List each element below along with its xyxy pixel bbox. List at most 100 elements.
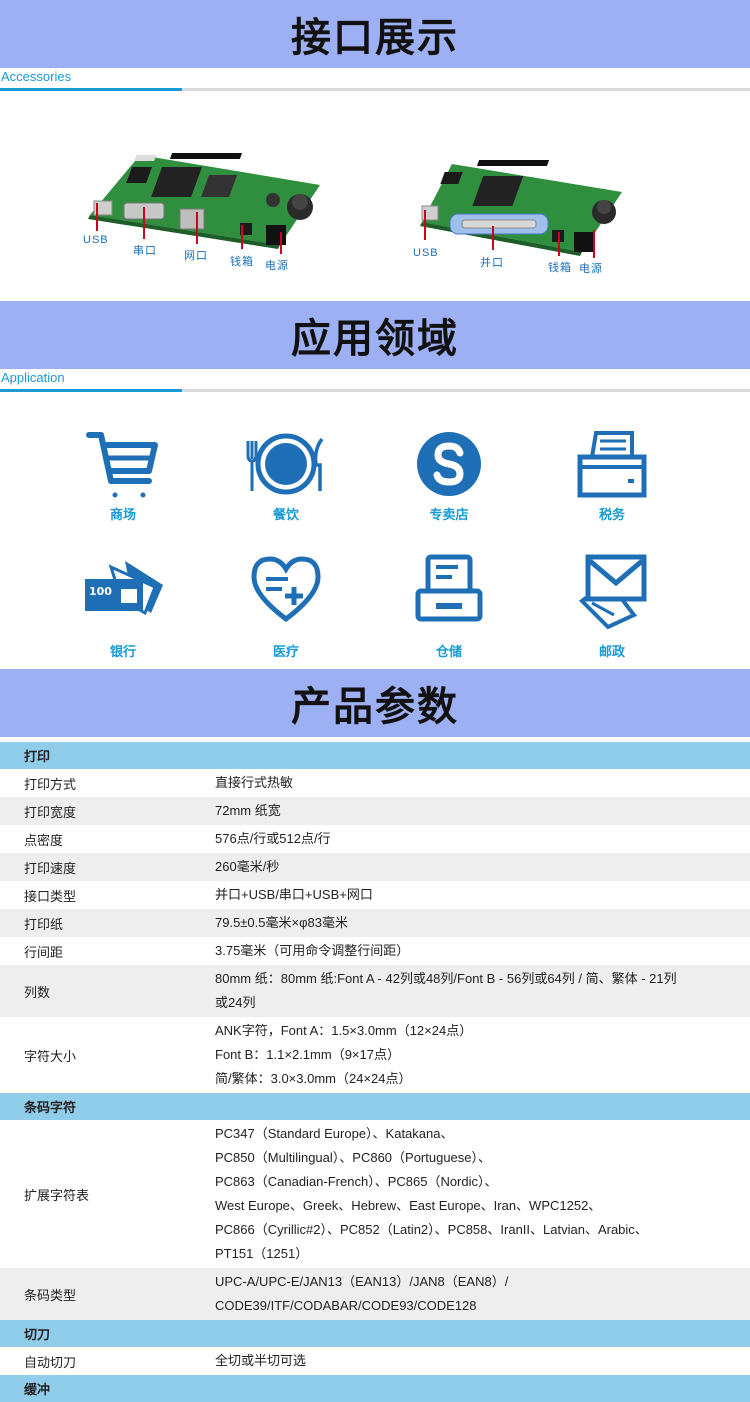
banknote-icon: 100 xyxy=(85,561,163,616)
store-s-icon xyxy=(417,432,481,496)
spec-key: 行间距 xyxy=(24,944,64,960)
pointer xyxy=(280,232,282,254)
spec-value: UPC-A/UPC-E/JAN13（EAN13）/JAN8（EAN8）/ CODE… xyxy=(215,1268,750,1320)
app-label: 税务 xyxy=(598,507,625,522)
spec-value: 并口+USB/串口+USB+网口 xyxy=(215,881,750,909)
spec-key: 自动切刀 xyxy=(24,1354,77,1370)
board-left-serial-label: 串口 xyxy=(133,245,157,257)
spec-section-header: 缓冲 xyxy=(0,1375,750,1402)
spec-value-line: West Europe、Greek、Hebrew、East Europe、Ira… xyxy=(215,1198,602,1213)
spec-key: 扩展字符表 xyxy=(24,1187,90,1203)
spec-key: 打印速度 xyxy=(0,853,215,881)
spec-value-line: PC347（Standard Europe）、Katakana、 xyxy=(215,1126,454,1141)
spec-section-title: 切刀 xyxy=(0,1320,750,1347)
shopping-cart-icon xyxy=(86,432,158,498)
spec-row: 自动切刀 全切或半切可选 xyxy=(0,1347,750,1375)
spec-value-line: PT151（1251） xyxy=(215,1246,309,1261)
pointer xyxy=(492,226,494,250)
spec-section-title: 打印 xyxy=(0,742,750,769)
spec-value-line: PC863（Canadian-French）、PC865（Nordic）、 xyxy=(215,1174,498,1189)
spec-value-line: 576点/行或512点/行 xyxy=(215,831,331,846)
pointer xyxy=(424,210,426,240)
application-grid: 商场 餐饮 专卖店 税务 100 银行 医疗 仓储 邮政 xyxy=(0,393,750,669)
spec-row: 扩展字符表 PC347（Standard Europe）、Katakana、 PC8… xyxy=(0,1120,750,1268)
spec-key: 打印纸 xyxy=(0,909,215,937)
spec-value-line: 3.75毫米（可用命令调整行间距） xyxy=(215,943,410,958)
spec-row: 条码类型 UPC-A/UPC-E/JAN13（EAN13）/JAN8（EAN8）/… xyxy=(0,1268,750,1320)
spec-value: 79.5±0.5毫米×φ83毫米 xyxy=(215,909,750,937)
printer-icon xyxy=(577,431,647,498)
spec-section-header: 切刀 xyxy=(0,1320,750,1347)
spec-value-line: PC850（Multilingual）、PC860（Portuguese）、 xyxy=(215,1150,492,1165)
board-right-cashbox-label: 钱箱 xyxy=(548,262,572,274)
pointer xyxy=(143,207,145,239)
accessories-area: USB 串口 网口 钱箱 电源 USB 并口 钱箱 电源 xyxy=(0,92,750,301)
spec-value-line: UPC-A/UPC-E/JAN13（EAN13）/JAN8（EAN8）/ xyxy=(215,1274,509,1289)
spec-value-line: 79.5±0.5毫米×φ83毫米 xyxy=(215,915,348,930)
app-bank: 100 银行 xyxy=(63,553,183,659)
app-label: 商场 xyxy=(109,507,136,522)
mail-envelope-icon xyxy=(578,554,647,629)
application-banner: 应用领域 xyxy=(0,301,750,369)
app-tax: 税务 xyxy=(552,429,672,522)
spec-row: 打印宽度 72mm 纸宽 xyxy=(0,797,750,825)
app-store: 专卖店 xyxy=(389,429,509,522)
app-label: 餐饮 xyxy=(272,507,299,522)
spec-value-line: PC866（Cyrillic#2）、PC852（Latin2）、PC858、Ir… xyxy=(215,1222,648,1237)
board-left-network-label: 网口 xyxy=(184,250,208,262)
pointer xyxy=(96,203,98,231)
spec-value: 80mm 纸：80mm 纸:Font A - 42列或48列/Font B - … xyxy=(215,965,750,1017)
params-title: 产品参数 xyxy=(291,684,459,730)
spec-row: 列数 80mm 纸：80mm 纸:Font A - 42列或48列/Font B … xyxy=(0,965,750,1017)
spec-row: 字符大小 ANK字符，Font A：1.5×3.0mm（12×24点） Font B… xyxy=(0,1017,750,1093)
app-post: 邮政 xyxy=(552,553,672,659)
spec-value: 576点/行或512点/行 xyxy=(215,825,750,853)
spec-table: 打印 打印方式 直接行式热敏 打印宽度 72mm 纸宽 点密度 576点/行或512点/行打… xyxy=(0,742,750,1402)
spec-value-line: 260毫米/秒 xyxy=(215,859,280,874)
spec-key: 接口类型 xyxy=(24,888,77,904)
spec-value-line: CODE39/ITF/CODABAR/CODE93/CODE128 xyxy=(215,1298,477,1313)
spec-value-line: 并口+USB/串口+USB+网口 xyxy=(215,887,373,902)
svg-text:100: 100 xyxy=(89,585,112,598)
board-left-usb-label: USB xyxy=(83,234,109,246)
pointer xyxy=(558,232,560,256)
application-title: 应用领域 xyxy=(291,316,459,362)
board-left-power-label: 电源 xyxy=(265,260,289,272)
serial-network-board-image xyxy=(88,153,320,249)
params-banner: 产品参数 xyxy=(0,669,750,737)
dining-plate-icon xyxy=(246,433,324,495)
app-dining: 餐饮 xyxy=(226,429,346,522)
spec-value: 全切或半切可选 xyxy=(215,1347,750,1375)
warehouse-printer-icon xyxy=(415,554,483,622)
divider-accent xyxy=(0,88,182,91)
board-right-usb-label: USB xyxy=(413,247,439,259)
app-mall: 商场 xyxy=(63,429,183,522)
spec-key: 条码类型 xyxy=(0,1268,215,1320)
pointer xyxy=(241,225,243,249)
spec-value: 3.75毫米（可用命令调整行间距） xyxy=(215,937,750,965)
spec-value: 直接行式热敏 xyxy=(215,769,750,797)
board-right-power-label: 电源 xyxy=(579,263,603,275)
divider-accent xyxy=(0,389,182,392)
app-warehouse: 仓储 xyxy=(389,553,509,659)
spec-value-line: 直接行式热敏 xyxy=(215,775,294,790)
pointer xyxy=(593,230,595,258)
spec-section-header: 条码字符 xyxy=(0,1093,750,1120)
spec-key: 点密度 xyxy=(24,832,64,848)
spec-row: 接口类型 并口+USB/串口+USB+网口 xyxy=(0,881,750,909)
spec-value: ANK字符，Font A：1.5×3.0mm（12×24点） Font B：1.1… xyxy=(215,1017,750,1093)
spec-row: 打印纸 79.5±0.5毫米×φ83毫米 xyxy=(0,909,750,937)
application-subtitle: Application xyxy=(1,370,65,385)
board-right-parallel-label: 并口 xyxy=(480,257,504,269)
spec-section-title: 缓冲 xyxy=(0,1375,750,1402)
spec-value-line: 或24列 xyxy=(215,995,256,1010)
spec-value: 260毫米/秒 xyxy=(215,853,750,881)
board-left-cashbox-label: 钱箱 xyxy=(230,256,254,268)
spec-row: 点密度 576点/行或512点/行 xyxy=(0,825,750,853)
app-label: 专卖店 xyxy=(429,507,469,522)
spec-value-line: 72mm 纸宽 xyxy=(215,803,281,818)
spec-value-line: Font B：1.1×2.1mm（9×17点） xyxy=(215,1047,400,1062)
interface-title: 接口展示 xyxy=(291,15,459,61)
medical-heart-icon xyxy=(251,556,321,623)
spec-value-line: 全切或半切可选 xyxy=(215,1353,307,1368)
